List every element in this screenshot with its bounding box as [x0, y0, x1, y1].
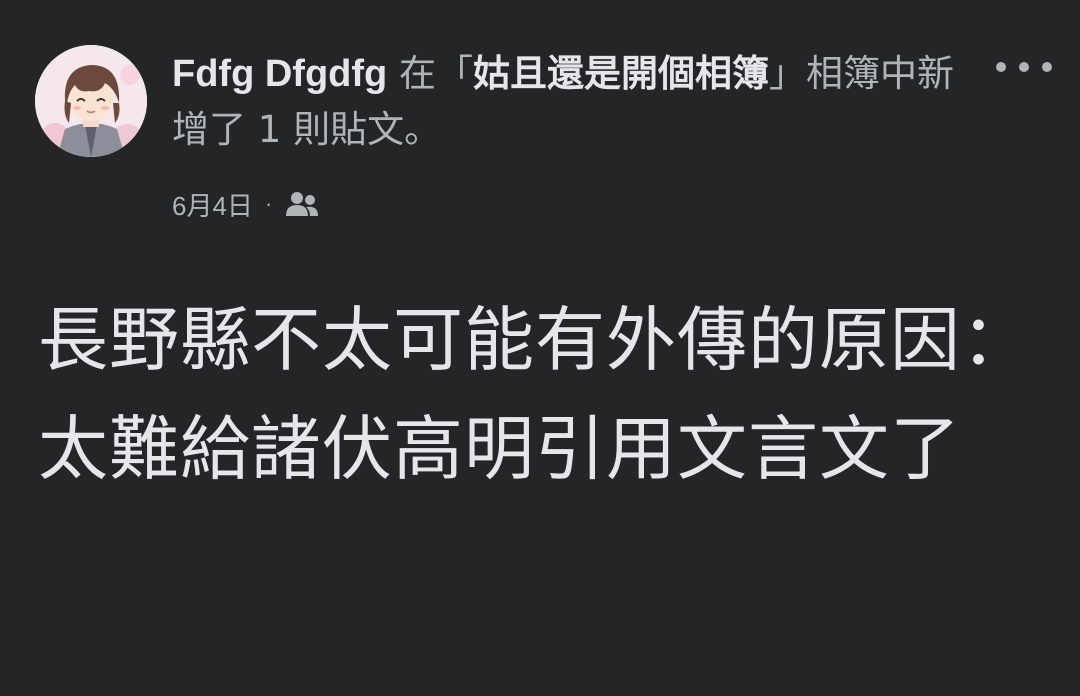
album-link[interactable]: 姑且還是開個相簿 — [473, 52, 769, 95]
more-options-icon-dot — [1042, 62, 1052, 72]
post-meta: 6月4日 · — [172, 184, 320, 224]
avatar-illustration — [35, 45, 147, 157]
author-avatar[interactable] — [35, 45, 147, 157]
post-date[interactable]: 6月4日 — [172, 186, 253, 223]
post-text: 長野縣不太可能有外傳的原因：太難給諸伏高明引用文言文了 — [38, 299, 1032, 490]
post-header: Fdfg Dfgdfg 在「姑且還是開個相簿」相簿中新增了 1 則貼文。 — [172, 46, 962, 158]
more-options-button[interactable] — [996, 52, 1052, 82]
meta-separator: · — [264, 191, 273, 216]
more-options-icon-dot — [1019, 62, 1029, 72]
author-name[interactable]: Fdfg Dfgdfg — [172, 53, 387, 95]
action-text-prefix: 在「 — [387, 52, 473, 95]
post-card: Fdfg Dfgdfg 在「姑且還是開個相簿」相簿中新增了 1 則貼文。 6月4… — [0, 0, 1080, 696]
more-options-icon — [996, 62, 1006, 72]
friends-icon[interactable] — [284, 189, 320, 219]
